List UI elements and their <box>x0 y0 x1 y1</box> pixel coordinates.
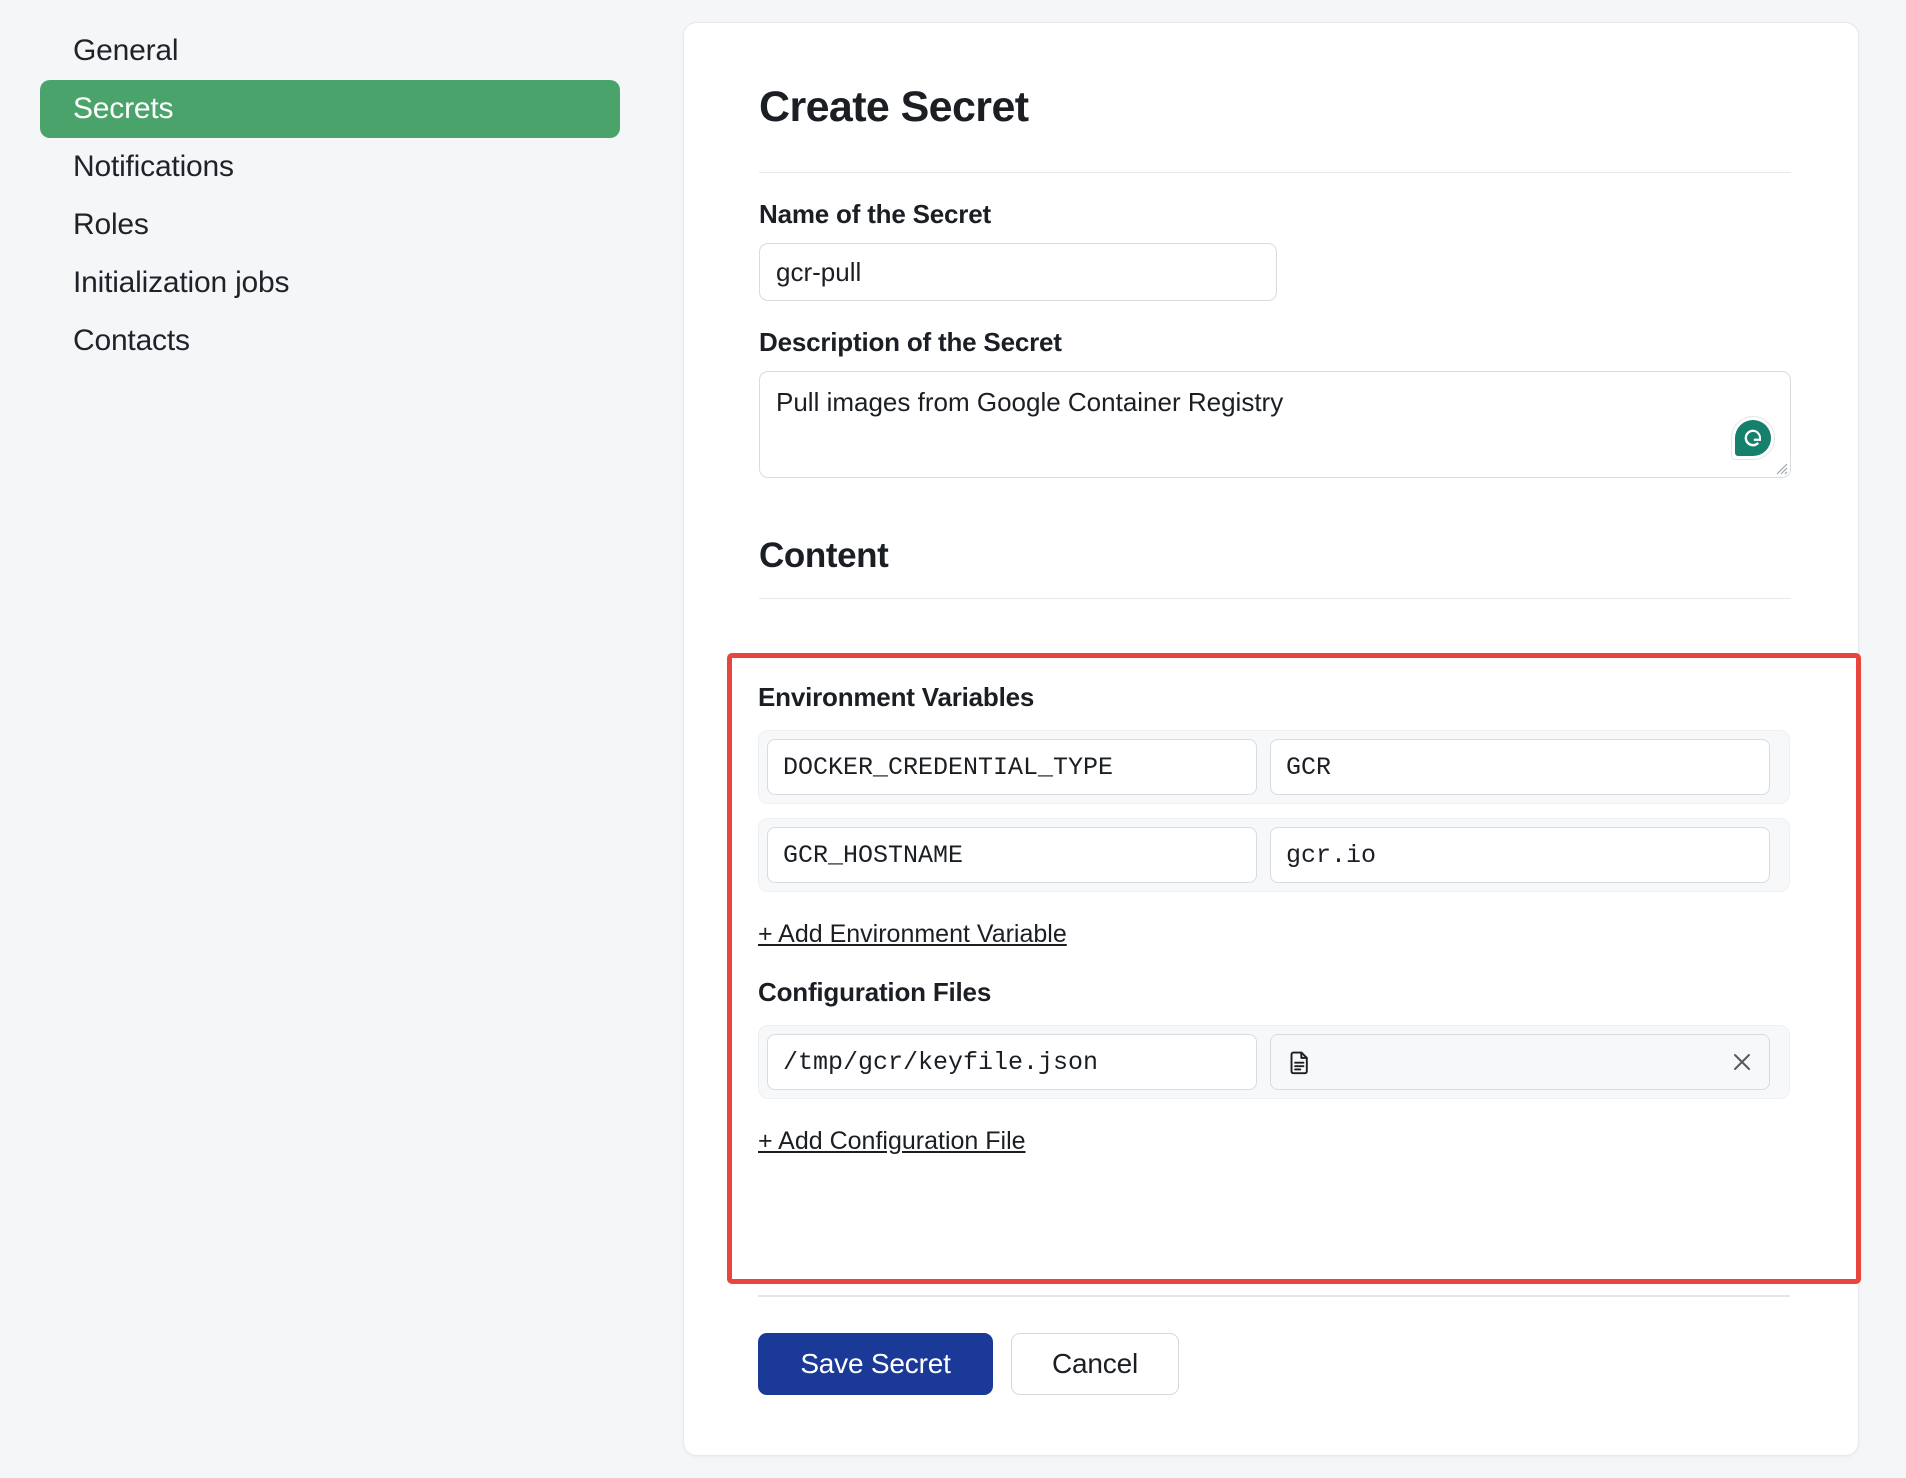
settings-page: General Secrets Notifications Roles Init… <box>0 0 1906 1478</box>
document-icon <box>1290 1051 1308 1074</box>
sidebar-item-label: General <box>73 34 179 67</box>
config-file-row <box>758 1025 1790 1099</box>
secret-description-textarea[interactable] <box>759 371 1791 478</box>
add-environment-variable-link[interactable]: + Add Environment Variable <box>758 920 1067 949</box>
configuration-files-label: Configuration Files <box>758 977 992 1007</box>
secret-name-input[interactable] <box>759 243 1277 301</box>
grammarly-icon[interactable] <box>1731 416 1775 460</box>
env-var-value-input[interactable] <box>1270 827 1770 883</box>
sidebar-item-contacts[interactable]: Contacts <box>40 312 620 370</box>
cancel-button[interactable]: Cancel <box>1011 1333 1179 1395</box>
sidebar-item-initialization-jobs[interactable]: Initialization jobs <box>40 254 620 312</box>
env-var-key-input[interactable] <box>767 739 1257 795</box>
sidebar-item-label: Secrets <box>73 92 174 125</box>
environment-variables-label: Environment Variables <box>758 682 1035 712</box>
sidebar-item-label: Initialization jobs <box>73 266 290 299</box>
add-configuration-file-link[interactable]: + Add Configuration File <box>758 1127 1026 1156</box>
sidebar-item-label: Contacts <box>73 324 190 357</box>
content-divider <box>759 598 1791 599</box>
env-var-row <box>758 818 1790 892</box>
env-var-row <box>758 730 1790 804</box>
sidebar-item-notifications[interactable]: Notifications <box>40 138 620 196</box>
sidebar-item-label: Notifications <box>73 150 234 183</box>
form-actions: Save Secret Cancel <box>758 1333 1179 1395</box>
title-divider <box>759 172 1791 173</box>
secret-description-wrapper <box>759 371 1791 478</box>
sidebar-item-secrets[interactable]: Secrets <box>40 80 620 138</box>
content-heading: Content <box>759 536 889 575</box>
sidebar-item-general[interactable]: General <box>40 22 620 80</box>
close-icon[interactable] <box>1729 1049 1755 1075</box>
secret-name-label: Name of the Secret <box>759 199 991 229</box>
secret-content-section: Environment Variables + Add Environment … <box>758 682 1790 1156</box>
settings-sidebar: General Secrets Notifications Roles Init… <box>0 0 660 1478</box>
secret-description-label: Description of the Secret <box>759 327 1062 357</box>
env-var-value-input[interactable] <box>1270 739 1770 795</box>
config-file-path-input[interactable] <box>767 1034 1257 1090</box>
config-file-upload-field[interactable] <box>1270 1034 1770 1090</box>
save-secret-button[interactable]: Save Secret <box>758 1333 993 1395</box>
create-secret-form: Create Secret Name of the Secret Descrip… <box>759 83 1791 599</box>
footer-divider <box>758 1295 1790 1297</box>
env-var-key-input[interactable] <box>767 827 1257 883</box>
sidebar-item-label: Roles <box>73 208 149 241</box>
page-title: Create Secret <box>759 83 1029 131</box>
sidebar-item-roles[interactable]: Roles <box>40 196 620 254</box>
